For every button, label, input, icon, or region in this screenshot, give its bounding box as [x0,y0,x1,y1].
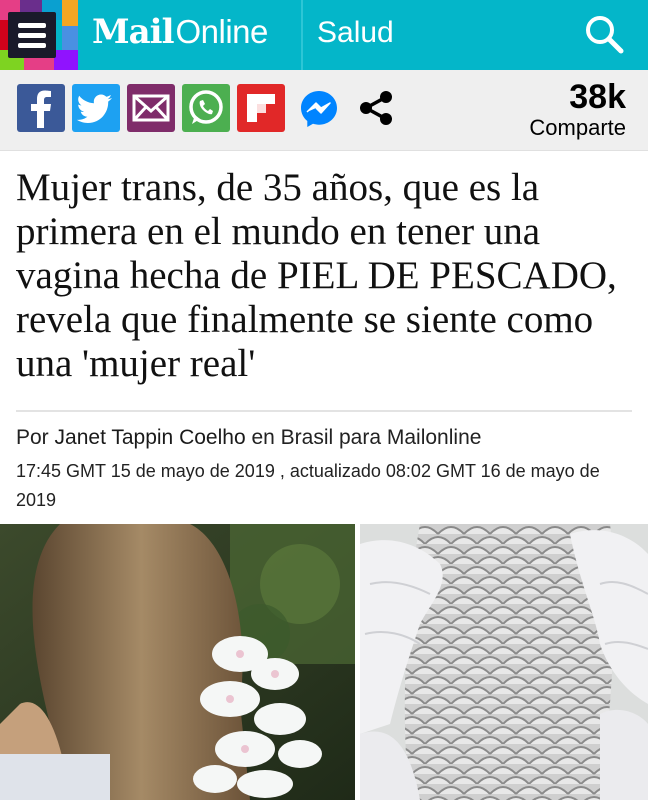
byline-suffix: en Brasil para Mailonline [251,426,482,449]
byline-prefix: Por [16,426,49,449]
flipboard-share-button[interactable] [237,84,285,132]
share-count: 38k Comparte [529,78,626,140]
author-link[interactable]: Janet Tappin Coelho [55,426,246,449]
more-share-button[interactable] [352,84,400,132]
logo-online-text: Online [175,13,269,50]
section-title[interactable]: Salud [317,16,394,50]
share-count-label: Comparte [529,115,626,140]
whatsapp-icon [189,90,223,124]
messenger-icon [301,91,337,127]
email-icon [132,94,170,122]
logo-color-tile [62,0,78,26]
logo-color-tile [62,26,78,50]
search-icon[interactable] [582,12,626,56]
mailonline-logo[interactable]: Mail Online [92,12,268,56]
article-dateline: 17:45 GMT 15 de mayo de 2019 , actualiza… [16,461,600,510]
article-headline: Mujer trans, de 35 años, que es la prime… [16,166,617,385]
woman-photo [0,524,355,800]
fish-skin-photo [360,524,648,800]
header-divider [301,0,303,70]
article-byline: Por Janet Tappin Coelho en Brasil para M… [16,426,481,450]
share-bar: 38k Comparte [0,70,648,151]
facebook-share-button[interactable] [17,84,65,132]
logo-color-tile [54,50,78,70]
headline-divider [16,410,632,412]
logo-color-tile [24,56,54,70]
logo-mail-text: Mail [92,12,174,52]
share-count-number: 38k [569,78,626,116]
share-icon [360,91,392,125]
twitter-icon [76,94,112,123]
whatsapp-share-button[interactable] [182,84,230,132]
menu-button[interactable] [0,0,78,70]
facebook-icon [31,90,51,128]
article-hero-image[interactable] [0,524,648,800]
hamburger-menu-icon[interactable] [8,12,56,58]
messenger-share-button[interactable] [298,88,340,130]
top-navigation-bar: Mail Online Salud [0,0,648,70]
email-share-button[interactable] [127,84,175,132]
twitter-share-button[interactable] [72,84,120,132]
flipboard-icon [247,94,275,122]
